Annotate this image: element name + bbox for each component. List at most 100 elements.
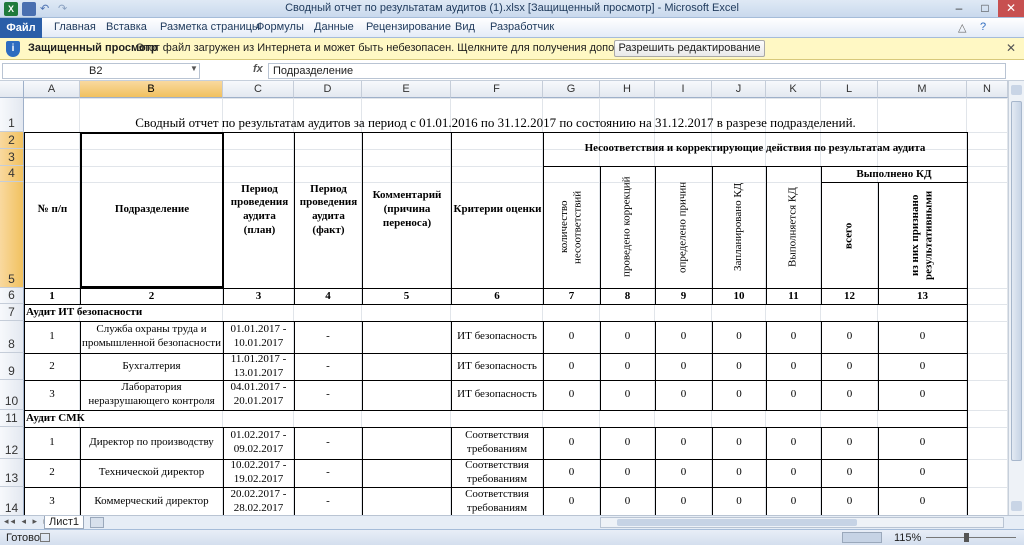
- column-header[interactable]: I: [655, 81, 712, 98]
- column-header[interactable]: K: [766, 81, 821, 98]
- department-cell[interactable]: Служба охраны труда и промышленной безоп…: [82, 321, 221, 353]
- value-cell[interactable]: 0: [600, 353, 655, 380]
- fact-period-cell[interactable]: -: [294, 487, 362, 515]
- criteria-cell[interactable]: Соответствия требованиям: [453, 459, 541, 487]
- value-cell[interactable]: 0: [655, 353, 712, 380]
- column-header[interactable]: E: [362, 81, 451, 98]
- column-header[interactable]: B: [80, 81, 223, 98]
- column-header[interactable]: H: [600, 81, 655, 98]
- zoom-slider-thumb[interactable]: [964, 533, 969, 542]
- row-header[interactable]: 4: [0, 166, 24, 182]
- value-cell[interactable]: 0: [712, 427, 766, 459]
- department-cell[interactable]: Бухгалтерия: [82, 353, 221, 380]
- fact-period-cell[interactable]: -: [294, 353, 362, 380]
- row-number[interactable]: 1: [24, 427, 80, 459]
- maximize-icon[interactable]: □: [972, 0, 998, 17]
- vertical-scrollbar[interactable]: [1008, 81, 1024, 515]
- row-header[interactable]: 5: [0, 182, 24, 288]
- value-cell[interactable]: 0: [766, 427, 821, 459]
- row-header[interactable]: 6: [0, 288, 24, 304]
- criteria-cell[interactable]: Соответствия требованиям: [453, 487, 541, 515]
- row-header[interactable]: 7: [0, 304, 24, 321]
- tab-review[interactable]: Рецензирование: [366, 21, 451, 33]
- plan-period-cell[interactable]: 11.01.2017 - 13.01.2017: [225, 353, 292, 380]
- row-number[interactable]: 2: [24, 459, 80, 487]
- value-cell[interactable]: 0: [543, 487, 600, 515]
- column-header[interactable]: C: [223, 81, 294, 98]
- close-icon[interactable]: ✕: [998, 0, 1024, 17]
- formula-input[interactable]: Подразделение: [268, 63, 1006, 79]
- row-header[interactable]: 12: [0, 427, 24, 459]
- value-cell[interactable]: 0: [878, 459, 967, 487]
- value-cell[interactable]: 0: [712, 353, 766, 380]
- value-cell[interactable]: 0: [766, 380, 821, 410]
- row-header[interactable]: 14: [0, 487, 24, 515]
- value-cell[interactable]: 0: [655, 427, 712, 459]
- horizontal-scrollbar[interactable]: [600, 517, 1004, 528]
- value-cell[interactable]: 0: [878, 427, 967, 459]
- column-header[interactable]: D: [294, 81, 362, 98]
- value-cell[interactable]: 0: [600, 321, 655, 353]
- scroll-down-icon[interactable]: [1011, 501, 1022, 511]
- value-cell[interactable]: 0: [600, 427, 655, 459]
- department-cell[interactable]: Технической директор: [82, 459, 221, 487]
- tab-file[interactable]: Файл: [0, 18, 42, 38]
- column-header[interactable]: F: [451, 81, 543, 98]
- row-header[interactable]: 9: [0, 353, 24, 380]
- help-icon[interactable]: ?: [980, 21, 986, 33]
- department-cell[interactable]: Лаборатория неразрушающего контроля: [82, 380, 221, 410]
- value-cell[interactable]: 0: [766, 459, 821, 487]
- plan-period-cell[interactable]: 20.02.2017 - 28.02.2017: [225, 487, 292, 515]
- value-cell[interactable]: 0: [878, 380, 967, 410]
- tab-page-layout[interactable]: Разметка страницы: [160, 21, 260, 33]
- criteria-cell[interactable]: ИТ безопасность: [453, 321, 541, 353]
- zoom-level[interactable]: 115%: [894, 532, 921, 544]
- chevron-down-icon[interactable]: ▼: [190, 64, 198, 73]
- row-header[interactable]: 1: [0, 98, 24, 132]
- value-cell[interactable]: 0: [766, 321, 821, 353]
- column-header[interactable]: J: [712, 81, 766, 98]
- tab-insert[interactable]: Вставка: [106, 21, 147, 33]
- tab-home[interactable]: Главная: [54, 21, 96, 33]
- scrollbar-thumb[interactable]: [1011, 101, 1022, 461]
- tab-data[interactable]: Данные: [314, 21, 354, 33]
- fact-period-cell[interactable]: -: [294, 321, 362, 353]
- header-department[interactable]: Подразделение: [80, 132, 224, 288]
- criteria-cell[interactable]: ИТ безопасность: [453, 353, 541, 380]
- value-cell[interactable]: 0: [766, 487, 821, 515]
- value-cell[interactable]: 0: [878, 353, 967, 380]
- value-cell[interactable]: 0: [543, 321, 600, 353]
- value-cell[interactable]: 0: [543, 380, 600, 410]
- row-number[interactable]: 1: [24, 321, 80, 353]
- name-box[interactable]: B2: [2, 63, 200, 79]
- value-cell[interactable]: 0: [712, 380, 766, 410]
- zoom-slider[interactable]: [926, 537, 1016, 538]
- department-cell[interactable]: Коммерческий директор: [82, 487, 221, 515]
- plan-period-cell[interactable]: 04.01.2017 - 20.01.2017: [225, 380, 292, 410]
- value-cell[interactable]: 0: [878, 321, 967, 353]
- value-cell[interactable]: 0: [821, 427, 878, 459]
- row-header[interactable]: 8: [0, 321, 24, 353]
- macro-record-icon[interactable]: [40, 533, 50, 542]
- value-cell[interactable]: 0: [821, 380, 878, 410]
- column-header[interactable]: G: [543, 81, 600, 98]
- fx-icon[interactable]: fx: [253, 63, 263, 75]
- column-header[interactable]: N: [967, 81, 1008, 98]
- value-cell[interactable]: 0: [655, 380, 712, 410]
- enable-editing-button[interactable]: Разрешить редактирование: [614, 40, 765, 57]
- value-cell[interactable]: 0: [821, 487, 878, 515]
- value-cell[interactable]: 0: [543, 427, 600, 459]
- row-number[interactable]: 3: [24, 487, 80, 515]
- plan-period-cell[interactable]: 01.01.2017 - 10.01.2017: [225, 321, 292, 353]
- criteria-cell[interactable]: Соответствия требованиям: [453, 427, 541, 459]
- value-cell[interactable]: 0: [600, 487, 655, 515]
- row-number[interactable]: 3: [24, 380, 80, 410]
- value-cell[interactable]: 0: [712, 487, 766, 515]
- select-all-corner[interactable]: [0, 81, 24, 98]
- row-number[interactable]: 2: [24, 353, 80, 380]
- fact-period-cell[interactable]: -: [294, 459, 362, 487]
- plan-period-cell[interactable]: 01.02.2017 - 09.02.2017: [225, 427, 292, 459]
- tab-view[interactable]: Вид: [455, 21, 475, 33]
- scroll-up-icon[interactable]: [1011, 85, 1022, 95]
- value-cell[interactable]: 0: [543, 459, 600, 487]
